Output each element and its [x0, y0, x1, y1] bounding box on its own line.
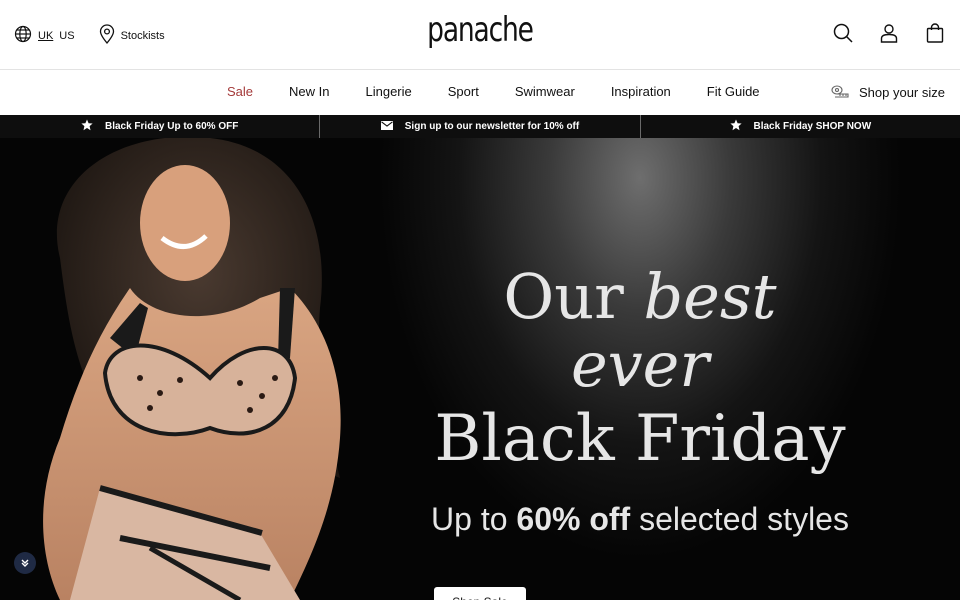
star-icon	[81, 119, 93, 134]
site-logo[interactable]: panache	[106, 10, 855, 50]
star-icon	[729, 119, 742, 134]
promo-bar: Black Friday Up to 60% OFF Sign up to ou…	[0, 115, 960, 138]
hero-line-3a: Up to	[431, 501, 517, 537]
nav-item-sale[interactable]: Sale	[227, 84, 253, 99]
nav-item-inspiration[interactable]: Inspiration	[611, 84, 671, 99]
globe-icon	[14, 25, 32, 46]
site-header: UK US Stockists panache	[0, 0, 960, 70]
hero-banner[interactable]: Our best ever Black Friday Up to 60% off…	[0, 138, 960, 600]
size-tape-icon	[831, 84, 849, 101]
locale-us[interactable]: US	[59, 30, 74, 42]
promo-shop-now[interactable]: Black Friday SHOP NOW	[641, 115, 960, 138]
envelope-icon	[380, 120, 393, 133]
bag-icon[interactable]	[924, 22, 946, 44]
shop-your-size-link[interactable]: Shop your size	[831, 84, 945, 101]
search-icon[interactable]	[832, 22, 854, 44]
locale-uk[interactable]: UK	[38, 30, 53, 42]
hero-line-3c: selected styles	[630, 501, 849, 537]
accessibility-widget-icon[interactable]	[14, 552, 36, 574]
promo-text: Sign up to our newsletter for 10% off	[404, 121, 580, 132]
promo-text: Black Friday Up to 60% OFF	[104, 121, 239, 132]
nav-item-sport[interactable]: Sport	[448, 84, 479, 99]
nav-item-lingerie[interactable]: Lingerie	[366, 84, 412, 99]
account-icon[interactable]	[878, 22, 900, 44]
locale-switcher[interactable]: UK US	[14, 25, 75, 46]
hero-line-1a: Our	[503, 260, 644, 333]
header-actions	[832, 22, 946, 44]
hero-headline: Our best ever Black Friday Up to 60% off…	[430, 263, 850, 538]
hero-line-2: Black Friday	[434, 402, 846, 476]
shop-your-size-label: Shop your size	[859, 85, 945, 100]
promo-black-friday[interactable]: Black Friday Up to 60% OFF	[0, 115, 321, 138]
promo-newsletter[interactable]: Sign up to our newsletter for 10% off	[320, 115, 641, 138]
nav-item-new-in[interactable]: New In	[289, 84, 329, 99]
main-nav: Sale New In Lingerie Sport Swimwear Insp…	[0, 71, 960, 115]
nav-item-fit-guide[interactable]: Fit Guide	[707, 84, 760, 99]
hero-line-1: Our best ever	[430, 263, 850, 399]
hero-line-3: Up to 60% off selected styles	[430, 501, 850, 538]
hero-model-image	[43, 138, 341, 600]
nav-items: Sale New In Lingerie Sport Swimwear Insp…	[227, 84, 760, 99]
hero-line-3b: 60% off	[516, 501, 631, 537]
promo-text: Black Friday SHOP NOW	[753, 121, 872, 132]
shop-sale-button[interactable]: Shop Sale	[434, 587, 526, 600]
nav-item-swimwear[interactable]: Swimwear	[515, 84, 575, 99]
